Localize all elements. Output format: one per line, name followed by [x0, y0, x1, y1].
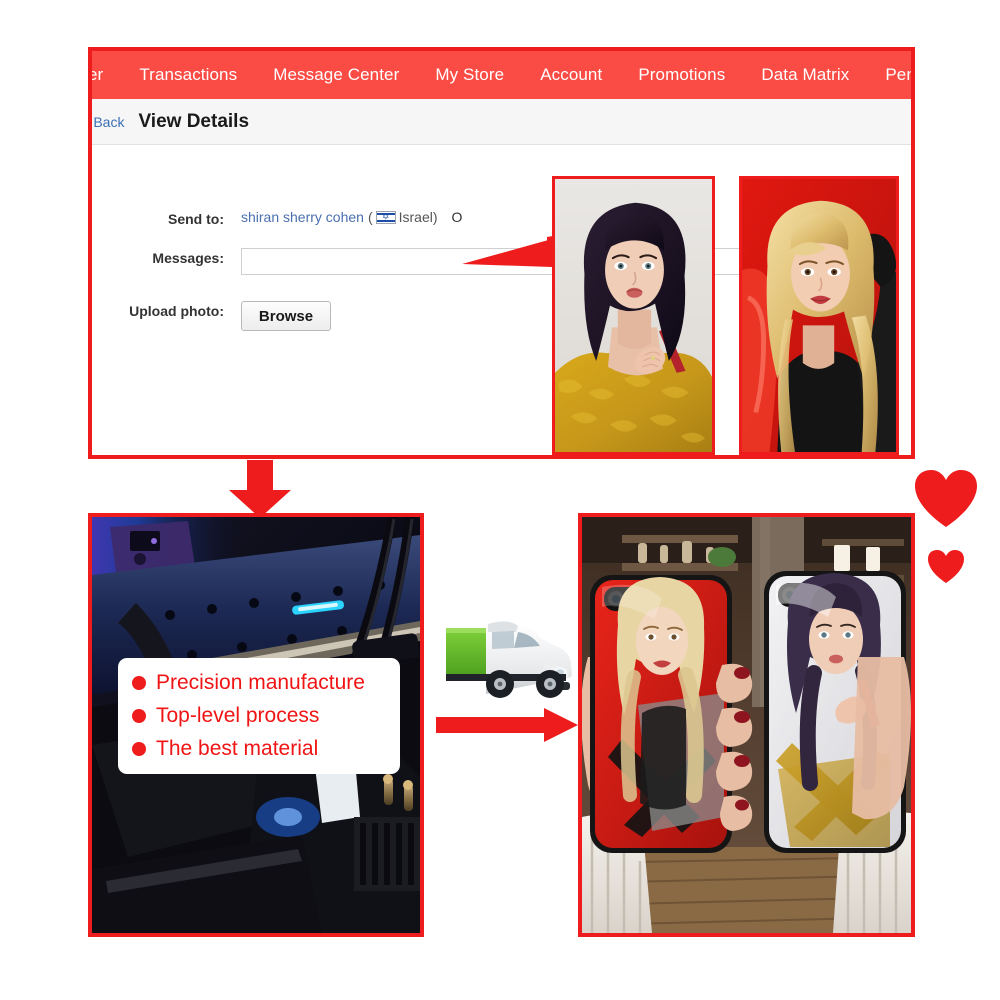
portrait-blonde-illustration: [742, 179, 896, 452]
nav-item-data-matrix[interactable]: Data Matrix: [743, 51, 867, 99]
upload-photo-row: Upload photo: Browse: [92, 301, 331, 331]
printer-photo-panel: Precision manufacture Top-level process …: [88, 513, 424, 937]
bullet-icon: [132, 741, 146, 756]
israel-flag-icon: ✡: [375, 210, 396, 224]
nav-item-transactions[interactable]: Transactions: [121, 51, 255, 99]
hands-holding-custom-photo-phone-cases: [582, 517, 911, 933]
nav-item-0[interactable]: er: [92, 51, 121, 99]
feature-label: The best material: [156, 736, 319, 760]
nav-item-promotions[interactable]: Promotions: [620, 51, 743, 99]
country-name: Israel): [398, 209, 438, 225]
feature-label: Top-level process: [156, 703, 320, 727]
feature-label: Precision manufacture: [156, 671, 365, 695]
nav-item-penalties[interactable]: Penalties: [867, 51, 911, 99]
delivery-truck-icon: [444, 610, 576, 705]
nav-item-my-store[interactable]: My Store: [417, 51, 522, 99]
heart-decoration-small: [928, 550, 964, 584]
browse-button[interactable]: Browse: [241, 301, 331, 331]
send-to-row: Send to: shiran sherry cohen ( ✡ Israel)…: [92, 209, 462, 227]
page-title: View Details: [138, 110, 250, 132]
upload-field-wrap: Browse: [241, 301, 331, 331]
send-to-value: shiran sherry cohen ( ✡ Israel) O: [241, 209, 462, 225]
page-root: er Transactions Message Center My Store …: [0, 0, 1000, 1000]
heart-icon: [928, 550, 964, 583]
chevron-left-icon: ‹: [88, 114, 90, 129]
nav-item-account[interactable]: Account: [522, 51, 620, 99]
feature-item: Precision manufacture: [132, 672, 400, 694]
feature-item: The best material: [132, 736, 400, 760]
overlay-photo-blonde: [739, 176, 899, 455]
page-subheader: ‹ Back View Details: [92, 99, 911, 145]
send-to-label: Send to:: [168, 211, 224, 227]
back-link-label: Back: [93, 113, 125, 130]
delivery-truck-illustration: [446, 621, 572, 698]
feature-highlights-card: Precision manufacture Top-level process …: [118, 658, 400, 774]
bullet-icon: [132, 708, 146, 723]
overlay-photo-dark-hair: [552, 176, 715, 455]
trailing-text: O: [451, 209, 463, 225]
messages-label: Messages:: [152, 250, 224, 266]
down-arrow-icon: [229, 460, 291, 518]
shipping-arrow-icon: [436, 708, 578, 742]
back-link[interactable]: ‹ Back: [88, 113, 125, 130]
nav-item-message-center[interactable]: Message Center: [255, 51, 417, 99]
feature-item: Top-level process: [132, 703, 400, 727]
upload-photo-label: Upload photo:: [129, 303, 224, 319]
heart-decoration-large: [915, 470, 977, 528]
star-of-david-glyph: ✡: [381, 211, 390, 222]
bullet-icon: [132, 676, 146, 691]
open-paren: (: [367, 209, 373, 225]
heart-icon: [915, 470, 977, 527]
top-navigation-bar: er Transactions Message Center My Store …: [92, 51, 911, 99]
messages-row: Messages:: [92, 248, 844, 275]
seller-portal-screenshot: er Transactions Message Center My Store …: [88, 47, 915, 459]
portrait-dark-hair-illustration: [555, 179, 712, 452]
recipient-name-link[interactable]: shiran sherry cohen: [241, 209, 364, 225]
phone-cases-photo-panel: [578, 513, 915, 937]
